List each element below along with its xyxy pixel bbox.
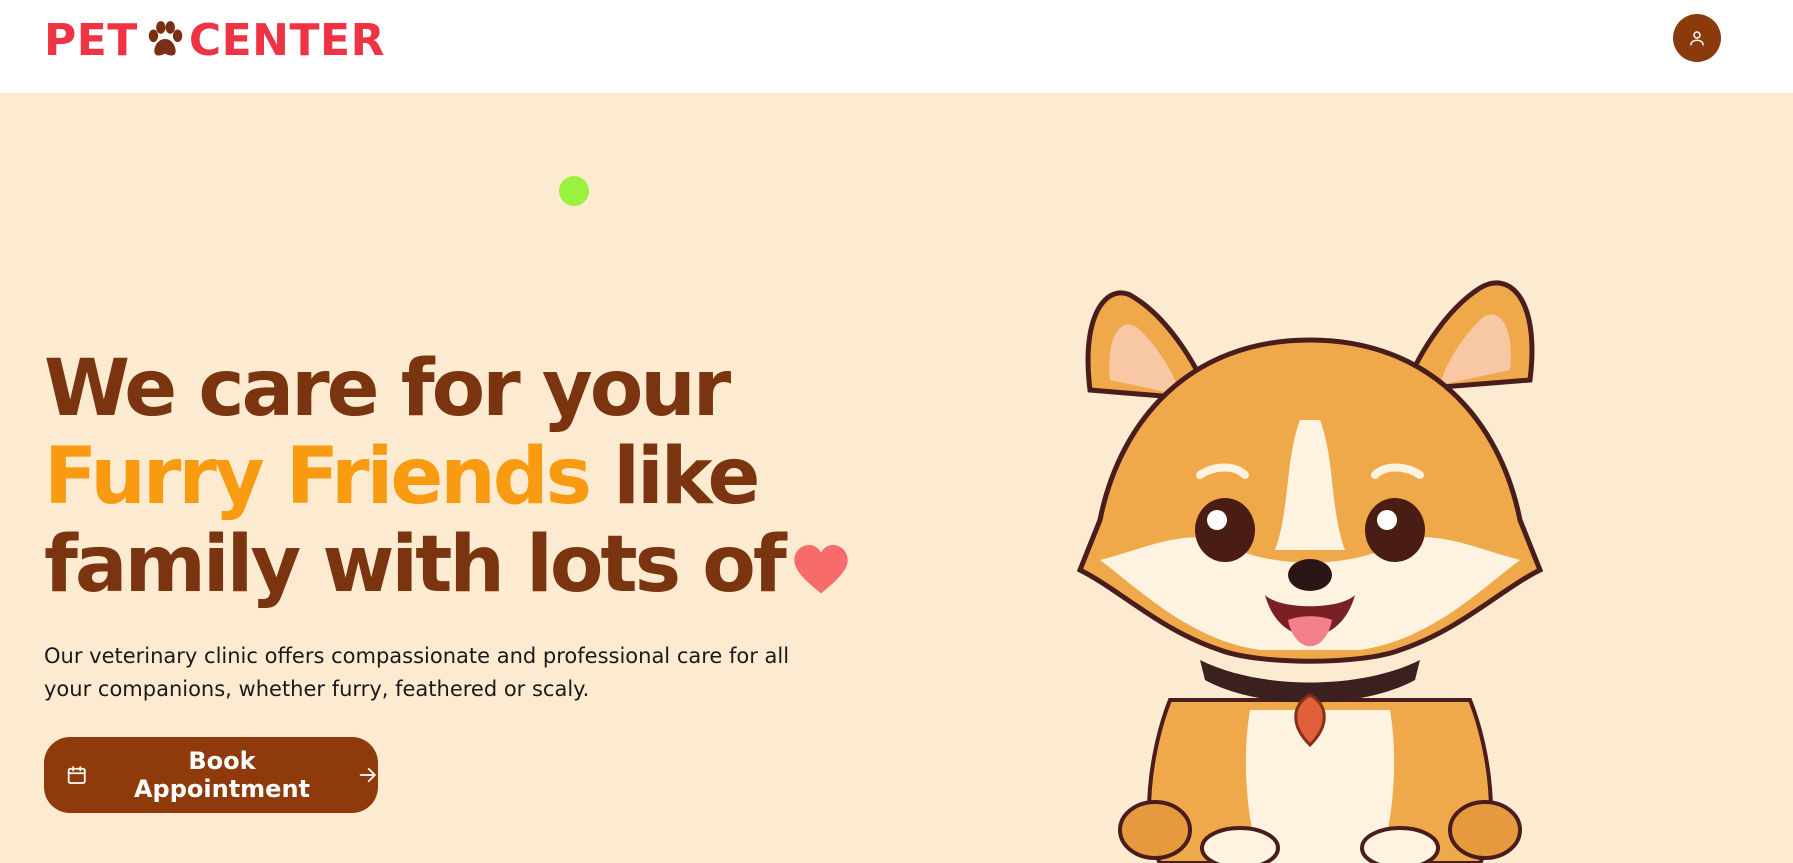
- hero-description: Our veterinary clinic offers compassiona…: [44, 644, 790, 701]
- headline-accent: Furry Friends: [44, 432, 592, 522]
- user-account-button[interactable]: [1673, 14, 1721, 62]
- headline-line-3-text: family with lots of: [44, 520, 787, 610]
- calendar-icon: [67, 766, 86, 784]
- heart-icon: [794, 545, 848, 594]
- book-appointment-button[interactable]: Book Appointment: [44, 737, 378, 813]
- logo-text-pet: PET: [44, 14, 138, 66]
- headline-line-2-rest: like: [613, 432, 760, 522]
- headline-line-2: Furry Friends like: [44, 433, 804, 521]
- headline-line-1: We care for your: [44, 344, 731, 434]
- top-header: PET CENTER: [0, 0, 1793, 93]
- paw-icon: [148, 21, 183, 56]
- user-icon: [1690, 31, 1704, 46]
- book-appointment-label: Book Appointment: [133, 747, 311, 803]
- pet-center-logo[interactable]: PET CENTER: [44, 15, 385, 66]
- corgi-puppy-illustration: [1076, 280, 1544, 863]
- decorative-green-dot: [559, 176, 589, 206]
- logo-text-center: CENTER: [188, 14, 385, 66]
- headline-line-3: family with lots of: [44, 520, 848, 610]
- hero-headline: We care for your Furry Friends like fami…: [44, 344, 848, 610]
- arrow-right-icon: [359, 767, 376, 783]
